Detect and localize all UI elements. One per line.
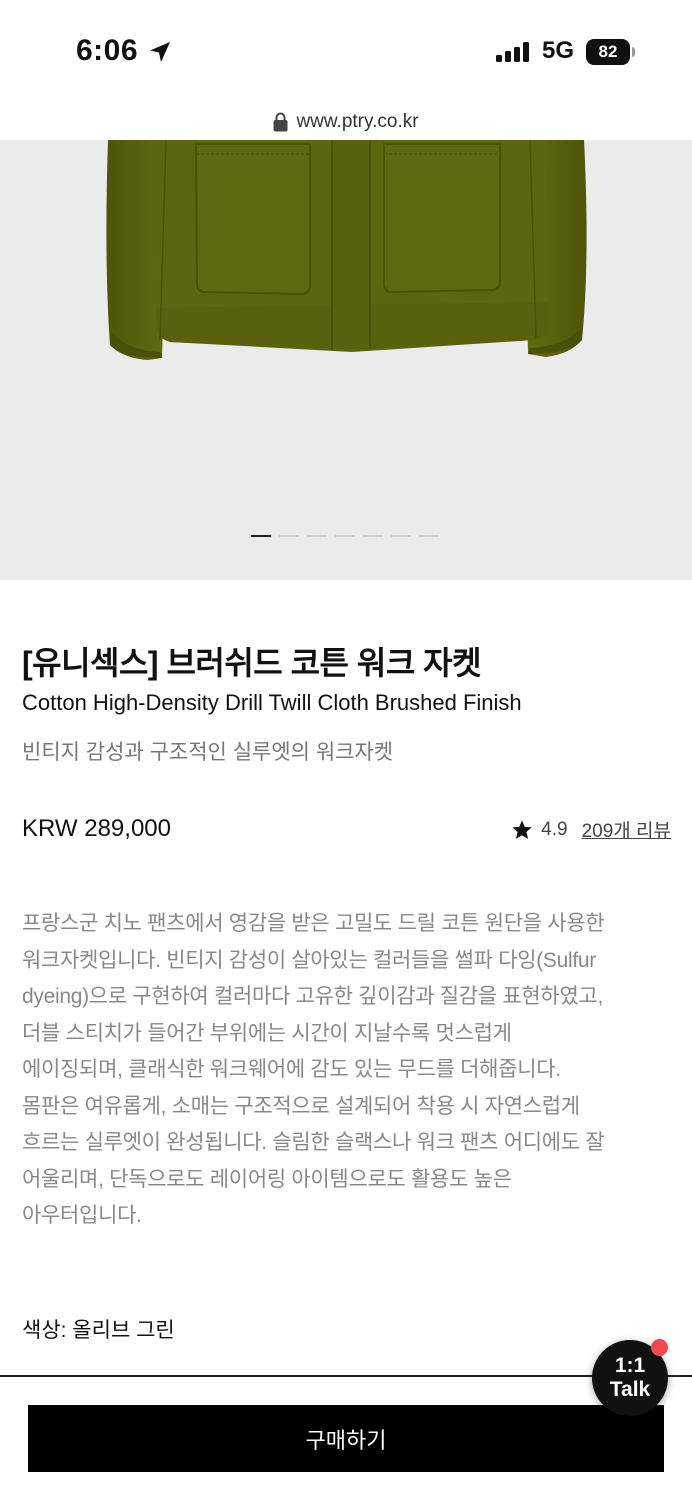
gallery-pagination bbox=[251, 535, 439, 537]
address-bar[interactable]: www.ptry.co.kr bbox=[0, 104, 692, 140]
status-time: 6:06 bbox=[76, 34, 139, 67]
talk-label-line1: 1:1 bbox=[614, 1354, 646, 1377]
pagination-dot[interactable] bbox=[391, 535, 411, 537]
description-line: 워크자켓입니다. 빈티지 감성이 살아있는 컬러들을 썰파 다잉(Sulfur bbox=[22, 948, 596, 972]
pagination-dot[interactable] bbox=[363, 535, 383, 537]
network-type: 5G bbox=[542, 37, 575, 64]
description-line: dyeing)으로 구현하여 컬러마다 고유한 깊이감과 질감을 표현하였고, bbox=[22, 985, 604, 1008]
description-line: 프랑스군 치노 팬츠에서 영감을 받은 고밀도 드릴 코튼 원단을 사용한 bbox=[22, 912, 605, 935]
star-icon bbox=[512, 819, 532, 839]
bottom-bar-divider bbox=[0, 1375, 692, 1377]
buy-button[interactable]: 구매하기 bbox=[28, 1405, 664, 1472]
product-image bbox=[106, 140, 587, 360]
battery-cap bbox=[632, 47, 635, 57]
rating-value: 4.9 bbox=[541, 818, 568, 840]
description-line: 아우터입니다. bbox=[22, 1204, 142, 1227]
product-title: [유니섹스] 브러쉬드 코튼 워크 자켓 bbox=[22, 645, 482, 681]
description-line: 흐르는 실루엣이 완성됩니다. 슬림한 슬랙스나 워크 팬츠 어디에도 잘 bbox=[22, 1131, 605, 1154]
product-tagline: 빈티지 감성과 구조적인 실루엣의 워크자켓 bbox=[22, 741, 394, 764]
description-line: 더블 스티치가 들어간 부위에는 시간이 지날수록 멋스럽게 bbox=[22, 1021, 512, 1045]
pagination-dot[interactable] bbox=[335, 535, 355, 537]
pagination-dot[interactable] bbox=[419, 535, 439, 537]
pagination-dot[interactable] bbox=[307, 535, 327, 537]
product-price: KRW 289,000 bbox=[22, 815, 171, 842]
lock-icon bbox=[273, 112, 288, 132]
talk-label-line2: Talk bbox=[609, 1378, 651, 1401]
notification-badge bbox=[651, 1339, 668, 1356]
location-arrow-icon bbox=[150, 42, 170, 62]
product-image-gallery[interactable] bbox=[0, 140, 692, 580]
pagination-dot[interactable] bbox=[251, 535, 271, 537]
product-subtitle: Cotton High-Density Drill Twill Cloth Br… bbox=[22, 690, 522, 715]
status-bar: 6:06 5G 82 bbox=[0, 0, 692, 104]
pagination-dot[interactable] bbox=[279, 535, 299, 537]
url-text: www.ptry.co.kr bbox=[296, 111, 419, 132]
product-color: 색상: 올리브 그린 bbox=[22, 1319, 175, 1342]
reviews-link[interactable]: 209개 리뷰 bbox=[582, 816, 671, 843]
product-description: 프랑스군 치노 팬츠에서 영감을 받은 고밀도 드릴 코튼 원단을 사용한 워크… bbox=[22, 906, 672, 1235]
rating-summary: 4.9 209개 리뷰 bbox=[511, 816, 671, 843]
product-page: 6:06 5G 82 www.ptry.co.kr [유니섹스] 브러쉬드 코튼… bbox=[0, 0, 692, 1500]
description-line: 어울리며, 단독으로도 레이어링 아이템으로도 활용도 높은 bbox=[22, 1167, 512, 1191]
cellular-signal-icon bbox=[496, 42, 529, 62]
description-line: 몸판은 여유롭게, 소매는 구조적으로 설계되어 착용 시 자연스럽게 bbox=[22, 1094, 580, 1118]
description-line: 에이징되며, 클래식한 워크웨어에 감도 있는 무드를 더해줍니다. bbox=[22, 1058, 561, 1081]
battery-icon: 82 bbox=[586, 39, 630, 65]
